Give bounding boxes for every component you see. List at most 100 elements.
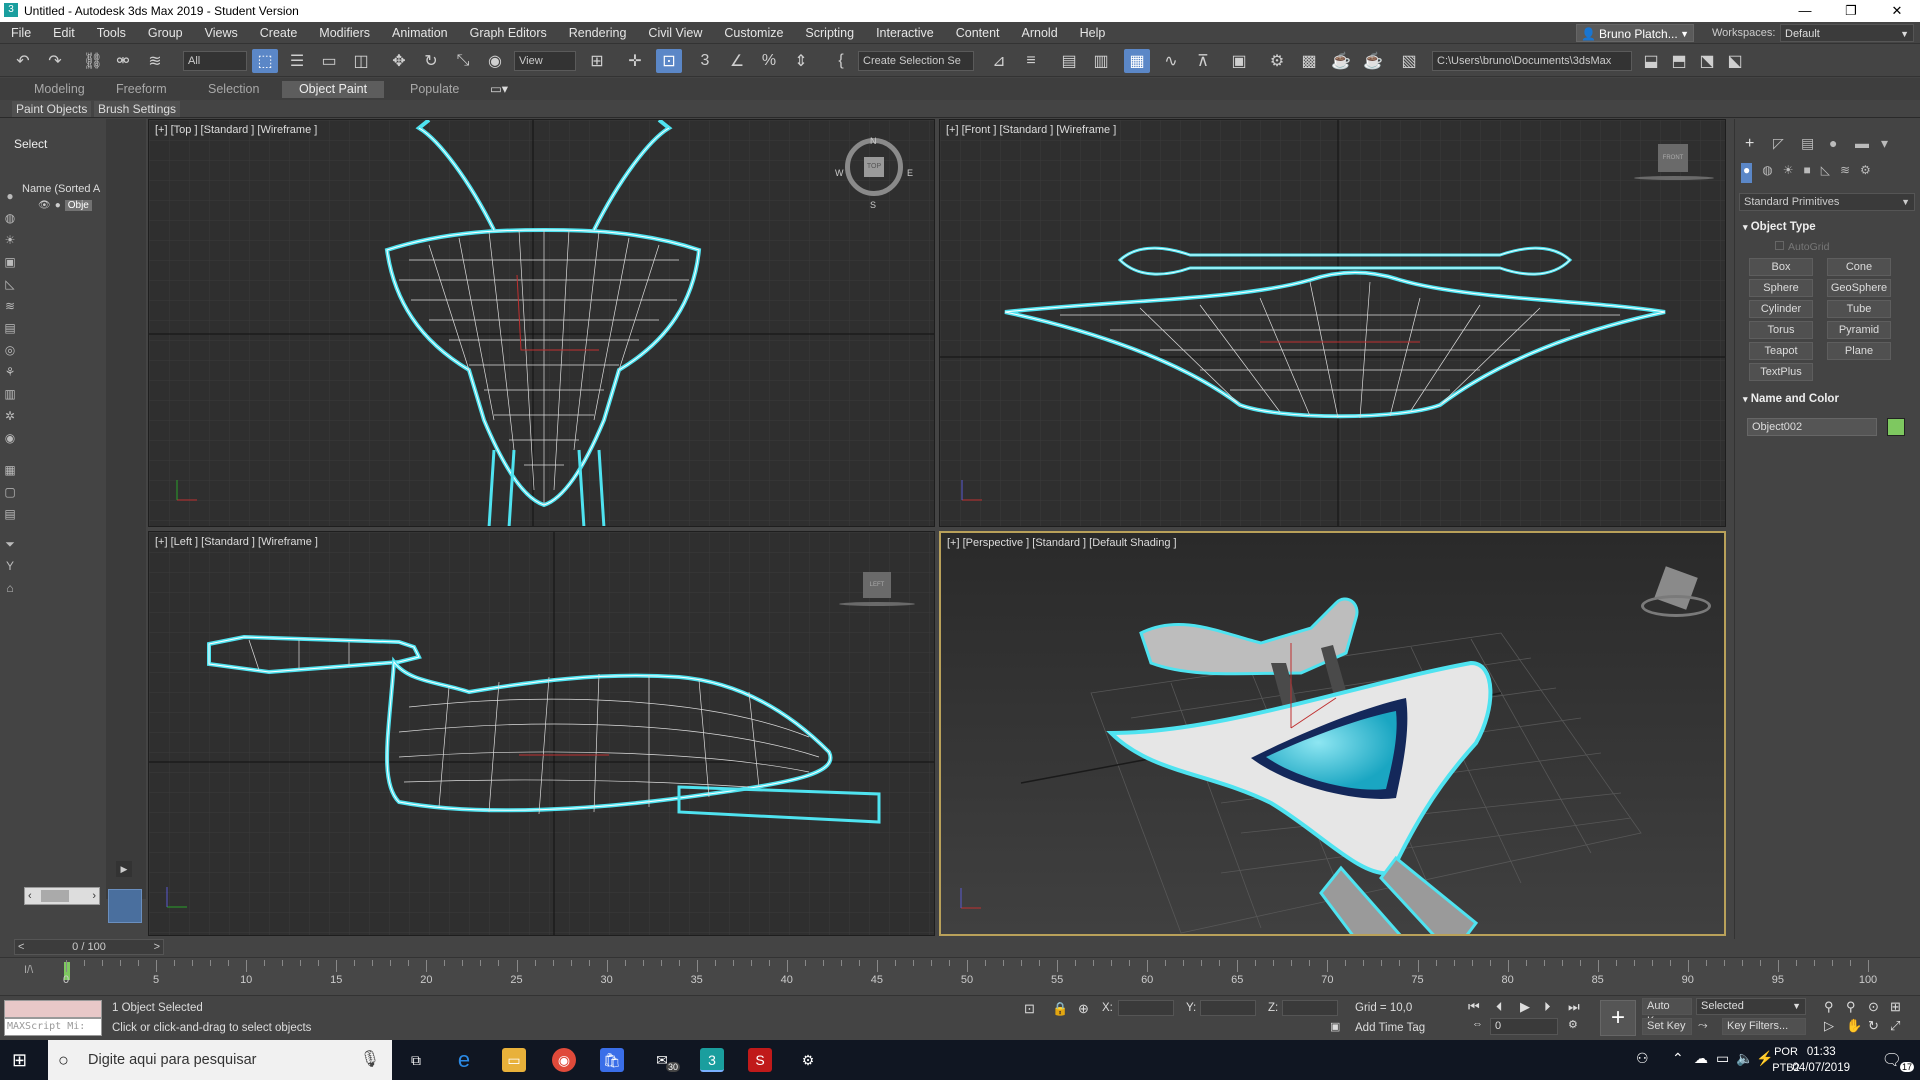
geosphere-button[interactable]: GeoSphere (1827, 279, 1891, 297)
filter-icon[interactable]: ⏷ (3, 537, 17, 551)
viewport-perspective[interactable]: [+] [Perspective ] [Standard ] [Default … (939, 531, 1726, 936)
sphere-button[interactable]: Sphere (1749, 279, 1813, 297)
substance-icon[interactable]: S (748, 1048, 772, 1072)
scroll-left-icon[interactable]: ‹ (28, 888, 32, 904)
geometry-icon[interactable]: ● (1741, 163, 1753, 183)
textplus-button[interactable]: TextPlus (1749, 363, 1813, 381)
workspace-dropdown[interactable]: Default ▼ (1780, 24, 1914, 42)
scene-explorer-icon[interactable]: ▤ (1056, 49, 1082, 73)
filter-bones-icon[interactable]: ⚘ (3, 365, 17, 379)
menu-arnold[interactable]: Arnold (1011, 22, 1069, 44)
workspace-tool-2-icon[interactable]: ⬒ (1666, 49, 1692, 73)
name-and-color-rollout[interactable]: ▾ Name and Color (1739, 393, 1915, 405)
unlink-icon[interactable]: ⚮ (110, 49, 136, 73)
utilities-tab-icon[interactable]: ▾ (1881, 135, 1888, 152)
undo-icon[interactable]: ↶ (10, 49, 36, 73)
rectangular-selection-icon[interactable]: ▭ (316, 49, 342, 73)
tab-freeform[interactable]: Freeform (108, 81, 175, 98)
column-header-name[interactable]: Name (Sorted A (22, 183, 102, 195)
systems-icon[interactable]: ⚙ (1860, 163, 1871, 183)
object-name[interactable]: Obje (64, 200, 92, 211)
go-to-start-icon[interactable]: ⏮ (1468, 999, 1480, 1015)
named-selection-dropdown[interactable]: Create Selection Se (858, 51, 974, 71)
filter-helpers-icon[interactable]: ◺ (3, 277, 17, 291)
display-influences-icon[interactable]: ▢ (3, 485, 17, 499)
menu-scripting[interactable]: Scripting (794, 22, 865, 44)
pan-view-icon[interactable]: ✋ (1846, 1018, 1862, 1034)
spinner-snap-icon[interactable]: ⇕ (788, 49, 814, 73)
network-icon[interactable]: ▭ (1716, 1050, 1729, 1067)
move-icon[interactable]: ✥ (386, 49, 412, 73)
current-frame-field[interactable]: 0 (1490, 1018, 1558, 1035)
plane-button[interactable]: Plane (1827, 342, 1891, 360)
next-key-icon[interactable]: ⏵ (1544, 999, 1551, 1015)
hierarchy-tab-icon[interactable]: ▤ (1801, 135, 1814, 152)
orbit-icon[interactable]: ↻ (1868, 1018, 1879, 1034)
freeze-dot-icon[interactable]: ● (55, 200, 61, 211)
time-config-icon[interactable]: ⇔ (1472, 1018, 1483, 1030)
menu-customize[interactable]: Customize (713, 22, 794, 44)
menu-content[interactable]: Content (945, 22, 1011, 44)
absolute-mode-icon[interactable]: ⊕ (1078, 1001, 1089, 1017)
x-coordinate-field[interactable] (1118, 1000, 1174, 1016)
system-clock[interactable]: 01:33 04/07/2019 (1792, 1044, 1850, 1076)
brush-settings-panel[interactable]: Brush Settings (94, 101, 181, 117)
object-name-field[interactable]: Object002 (1747, 418, 1877, 436)
selection-filter-dropdown[interactable]: All (183, 51, 247, 71)
viewcube-compass[interactable]: TOP (845, 138, 903, 196)
zoom-all-icon[interactable]: ⚲ (1846, 999, 1856, 1015)
marvelous-icon[interactable]: ⚙ (796, 1048, 820, 1072)
time-slider-thumb[interactable]: < 0 / 100 > (14, 939, 164, 955)
create-tab-icon[interactable]: + (1745, 135, 1754, 153)
menu-animation[interactable]: Animation (381, 22, 459, 44)
menu-interactive[interactable]: Interactive (865, 22, 945, 44)
spacewarps-icon[interactable]: ≋ (1840, 163, 1850, 183)
reference-coordinate-dropdown[interactable]: View (514, 51, 576, 71)
play-arrow-icon[interactable]: ▶ (116, 861, 132, 877)
windows-start-icon[interactable]: ⊞ (12, 1050, 27, 1071)
lights-icon[interactable]: ☀ (1783, 163, 1794, 183)
viewport-top[interactable]: [+] [Top ] [Standard ] [Wireframe ] TOP … (148, 119, 935, 527)
viewport-label[interactable]: [+] [Top ] [Standard ] [Wireframe ] (155, 124, 317, 136)
mirror-icon[interactable]: ⊿ (986, 49, 1012, 73)
user-account-dropdown[interactable]: 👤 Bruno Platch... ▼ (1576, 24, 1694, 42)
material-editor-icon[interactable]: ▣ (1226, 49, 1252, 73)
menu-graph-editors[interactable]: Graph Editors (459, 22, 558, 44)
track-bar[interactable]: I/\ 0 5 10 15 20 25 30 35 40 45 50 55 60 65 70 75 80 85 90… (0, 957, 1920, 995)
menu-tools[interactable]: Tools (86, 22, 137, 44)
render-a360-icon[interactable]: ▧ (1396, 49, 1422, 73)
pivot-center-icon[interactable]: ⊞ (584, 49, 610, 73)
select-by-name-icon[interactable]: ☰ (284, 49, 310, 73)
display-tab-icon[interactable]: ▬ (1855, 135, 1869, 151)
autogrid-checkbox[interactable]: AutoGrid (1775, 241, 1829, 253)
rotate-icon[interactable]: ↻ (418, 49, 444, 73)
viewcube-top-face[interactable]: TOP (864, 157, 884, 177)
scroll-right-icon[interactable]: › (92, 888, 96, 904)
viewcube-front[interactable]: FRONT (1658, 144, 1688, 172)
task-view-icon[interactable]: ⧉ (404, 1048, 428, 1072)
filter-cameras-icon[interactable]: ▣ (3, 255, 17, 269)
z-coordinate-field[interactable] (1282, 1000, 1338, 1016)
visibility-eye-icon[interactable]: 👁 (22, 200, 51, 211)
viewcube-ring[interactable] (1641, 595, 1711, 617)
scene-explorer-mode[interactable]: Select (14, 137, 47, 151)
chrome-icon[interactable]: ◉ (552, 1048, 576, 1072)
volume-icon[interactable]: 🔈 (1736, 1050, 1753, 1067)
primitive-type-dropdown[interactable]: Standard Primitives ▼ (1739, 193, 1915, 211)
find-icon[interactable]: ⌂ (3, 581, 17, 595)
workspace-tool-3-icon[interactable]: ⬔ (1694, 49, 1720, 73)
key-filters-button[interactable]: Key Filters... (1722, 1018, 1806, 1035)
file-explorer-icon[interactable]: ▭ (502, 1048, 526, 1072)
maxscript-input[interactable]: MAXScript Mi: (4, 1018, 102, 1036)
edge-icon[interactable]: e (452, 1048, 476, 1072)
store-icon[interactable]: 🛍 (600, 1048, 624, 1072)
filter-particles-icon[interactable]: ✲ (3, 409, 17, 423)
viewport-front[interactable]: [+] [Front ] [Standard ] [Wireframe ] FR… (939, 119, 1726, 527)
filter-lights-icon[interactable]: ☀ (3, 233, 17, 247)
y-coordinate-field[interactable] (1200, 1000, 1256, 1016)
percent-snap-icon[interactable]: % (756, 49, 782, 73)
render-production-icon[interactable]: ☕ (1328, 49, 1354, 73)
selection-lock-icon[interactable]: 🔒 (1052, 1001, 1068, 1017)
set-key-button[interactable]: Set Key (1642, 1018, 1692, 1035)
ribbon-toggle-icon[interactable]: ▦ (1124, 49, 1150, 73)
